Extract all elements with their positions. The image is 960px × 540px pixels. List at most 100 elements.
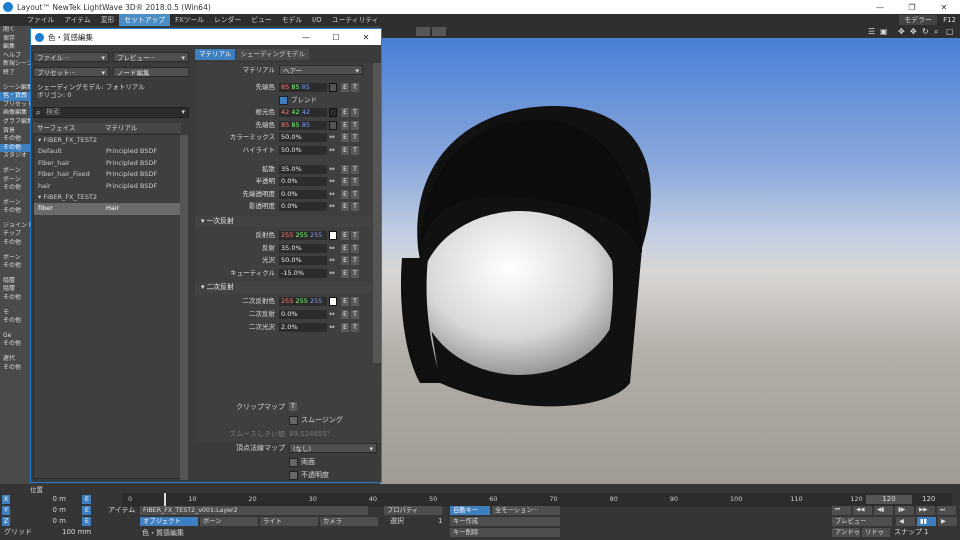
param-value[interactable]: -15.0% <box>279 268 327 278</box>
close-button[interactable]: ✕ <box>928 3 960 12</box>
play-button-1[interactable]: ▮▮ <box>917 517 936 526</box>
param-value[interactable]: 50.0% <box>279 133 327 143</box>
texture-button[interactable]: T <box>351 243 359 253</box>
left-tool-39[interactable]: その他 <box>0 340 31 349</box>
envelope-button[interactable]: E <box>82 506 91 515</box>
left-tool-5[interactable]: 終了 <box>0 69 31 78</box>
texture-button[interactable]: T <box>351 83 359 92</box>
dialog-minimize-button[interactable]: — <box>291 33 321 42</box>
envelope-button[interactable]: E <box>82 517 91 526</box>
envelope-button[interactable]: E <box>341 83 349 92</box>
left-tool-21[interactable]: ボーン <box>0 199 31 208</box>
texture-button[interactable]: T <box>351 146 359 155</box>
color-value[interactable]: 85 85 85 <box>279 83 327 92</box>
list-icon[interactable]: ☰ <box>868 27 875 36</box>
material-dropdown[interactable]: ヘアー <box>279 65 363 76</box>
drag-arrows-icon[interactable]: ⇔ <box>329 268 335 279</box>
transport-button-0[interactable]: ⏮ <box>832 506 851 515</box>
drag-arrows-icon[interactable]: ⇔ <box>329 322 335 333</box>
smooth-threshold-value[interactable]: 89.524655° <box>289 429 330 439</box>
undo-button[interactable]: アンドゥ <box>832 528 860 537</box>
param-value[interactable]: 0.0% <box>279 202 327 212</box>
menu-tab-2[interactable]: 変形 <box>96 14 120 26</box>
playback-preview-dropdown[interactable]: プレビュー <box>832 517 892 526</box>
envelope-button[interactable]: E <box>341 177 349 187</box>
drag-arrows-icon[interactable]: ⇔ <box>329 145 335 156</box>
node-edit-button[interactable]: ノード編集 <box>113 67 189 77</box>
envelope-button[interactable]: E <box>341 202 349 212</box>
tab-shading-model[interactable]: シェーディングモデル <box>236 49 309 60</box>
left-tool-25[interactable]: チップ <box>0 230 31 239</box>
left-tool-17[interactable]: ボーン <box>0 167 31 176</box>
search-box[interactable]: ⌕ 検索 ▾ <box>33 107 189 118</box>
left-tool-24[interactable]: ジョイント <box>0 222 31 231</box>
left-tool-4[interactable]: 新規シーン <box>0 60 31 69</box>
play-button-0[interactable]: ◀ <box>896 517 915 526</box>
texture-button[interactable]: T <box>351 120 359 130</box>
transport-button-2[interactable]: ◀▮ <box>874 506 893 515</box>
maximize-view-icon[interactable]: ▢ <box>946 27 954 36</box>
texture-button[interactable]: T <box>351 310 359 319</box>
left-tool-31[interactable]: 階層 <box>0 277 31 286</box>
transport-button-4[interactable]: ▶▶ <box>916 506 935 515</box>
rotate-icon[interactable]: ↻ <box>922 27 929 36</box>
param-value[interactable]: 50.0% <box>279 146 327 155</box>
z-position-value[interactable]: 0 m <box>40 517 67 526</box>
redo-button[interactable]: リドゥ <box>862 528 890 537</box>
view-dropdown[interactable] <box>416 27 430 36</box>
envelope-button[interactable]: E <box>341 297 349 307</box>
surface-row[interactable]: Fiber_hair_Fixed Principled BSDF <box>34 169 180 180</box>
item-dropdown[interactable]: FIBER_FX_TEST2_v001:Layer2 <box>140 506 368 515</box>
delete-key-button[interactable]: キー削除 <box>450 528 560 537</box>
texture-button[interactable]: T <box>351 202 359 212</box>
left-tool-8[interactable]: 色・質感 <box>0 92 31 101</box>
snap-value[interactable]: 1 <box>924 528 928 537</box>
modeler-button[interactable]: モデラー <box>899 15 938 25</box>
blend-checkbox[interactable] <box>279 95 288 105</box>
left-tool-28[interactable]: ボーン <box>0 254 31 263</box>
menu-tab-1[interactable]: アイテム <box>59 14 96 26</box>
texture-button[interactable]: T <box>351 231 359 240</box>
param-value[interactable]: 50.0% <box>279 256 327 266</box>
menu-tab-5[interactable]: レンダー <box>209 14 246 26</box>
z-axis-label[interactable]: Z <box>2 517 10 526</box>
vertex-normal-dropdown[interactable]: (なし) <box>289 443 377 454</box>
menu-tab-0[interactable]: ファイル <box>22 14 59 26</box>
maximize-button[interactable]: ❐ <box>896 3 928 12</box>
surface-row[interactable]: Default Principled BSDF <box>34 146 180 157</box>
bone-button[interactable]: ボーン <box>200 517 258 526</box>
light-button[interactable]: ライト <box>260 517 318 526</box>
left-tool-13[interactable]: その他 <box>0 135 31 144</box>
menu-tab-4[interactable]: FXツール <box>170 14 209 26</box>
search-dropdown-icon[interactable]: ▾ <box>181 108 185 117</box>
left-tool-22[interactable]: その他 <box>0 207 31 216</box>
left-tool-2[interactable]: 編集 <box>0 43 31 52</box>
menu-tab-6[interactable]: ビュー <box>246 14 276 26</box>
y-axis-label[interactable]: Y <box>2 506 10 515</box>
surface-row[interactable]: hair Principled BSDF <box>34 181 180 192</box>
texture-button[interactable]: T <box>351 108 359 118</box>
color-value[interactable]: 255 255 255 <box>279 297 327 307</box>
param-value[interactable]: 35.0% <box>279 243 327 253</box>
tab-material[interactable]: マテリアル <box>195 49 236 60</box>
color-swatch[interactable] <box>329 108 337 118</box>
left-tool-32[interactable]: 階層 <box>0 285 31 294</box>
texture-button[interactable]: T <box>351 164 359 174</box>
properties-scrollbar[interactable] <box>373 63 381 363</box>
minimize-button[interactable]: — <box>864 3 896 12</box>
left-tool-29[interactable]: その他 <box>0 262 31 271</box>
left-tool-10[interactable]: 画像編集 <box>0 109 31 118</box>
transport-button-5[interactable]: ⏭ <box>937 506 956 515</box>
play-button-2[interactable]: ▶ <box>938 517 957 526</box>
camera-button[interactable]: カメラ <box>320 517 378 526</box>
menu-tab-8[interactable]: I/O <box>307 14 327 26</box>
color-swatch[interactable] <box>329 83 337 92</box>
envelope-button[interactable]: E <box>341 310 349 319</box>
envelope-button[interactable]: E <box>341 146 349 155</box>
surface-row[interactable]: fiber Hair <box>34 203 180 215</box>
drag-arrows-icon[interactable]: ⇔ <box>329 255 335 266</box>
left-tool-35[interactable]: モ <box>0 309 31 318</box>
drag-arrows-icon[interactable]: ⇔ <box>329 243 335 254</box>
envelope-button[interactable]: E <box>341 322 349 332</box>
envelope-button[interactable]: E <box>341 231 349 240</box>
